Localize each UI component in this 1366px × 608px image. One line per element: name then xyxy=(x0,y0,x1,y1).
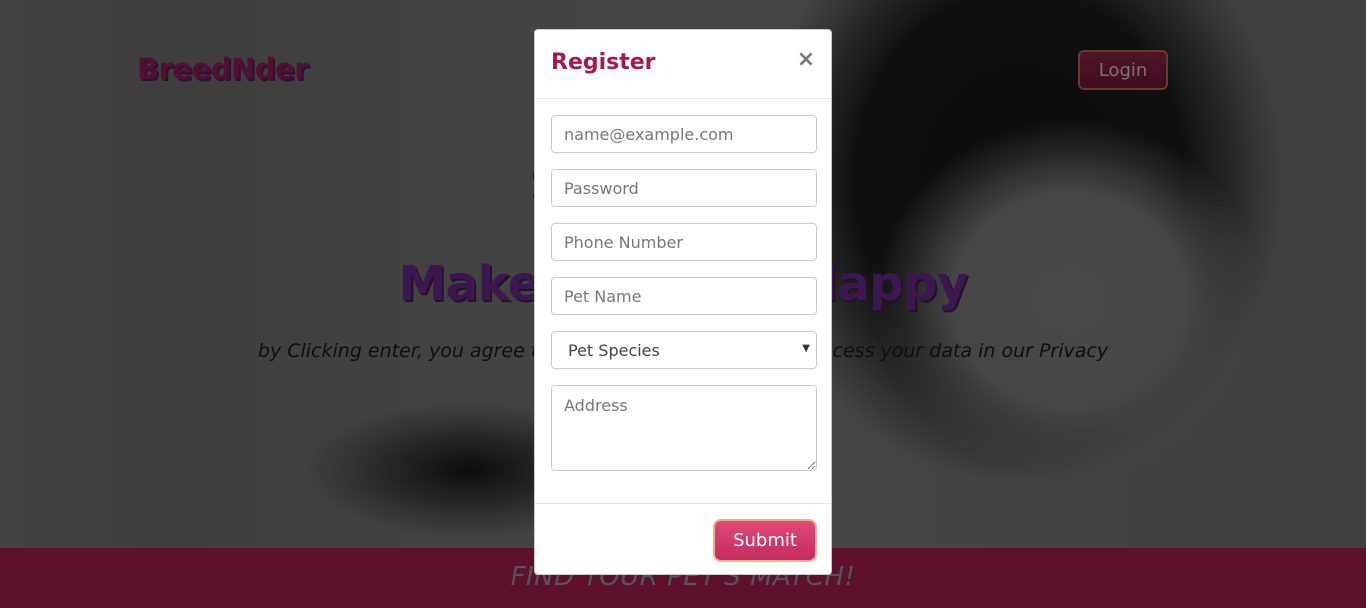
modal-title: Register xyxy=(551,50,656,75)
pet-name-field[interactable] xyxy=(551,277,817,315)
email-field[interactable] xyxy=(551,115,817,153)
close-icon[interactable]: × xyxy=(795,48,817,72)
phone-number-field[interactable] xyxy=(551,223,817,261)
modal-body: Pet Species ▼ xyxy=(535,99,831,471)
pet-species-select-wrapper: Pet Species ▼ xyxy=(551,331,817,369)
submit-button[interactable]: Submit xyxy=(713,519,817,562)
modal-footer: Submit xyxy=(535,503,831,575)
modal-header: Register × xyxy=(535,30,831,99)
password-field[interactable] xyxy=(551,169,817,207)
address-field[interactable] xyxy=(551,385,817,471)
pet-species-select[interactable]: Pet Species xyxy=(551,331,817,369)
register-modal: Register × Pet Species ▼ Submit xyxy=(534,29,832,575)
